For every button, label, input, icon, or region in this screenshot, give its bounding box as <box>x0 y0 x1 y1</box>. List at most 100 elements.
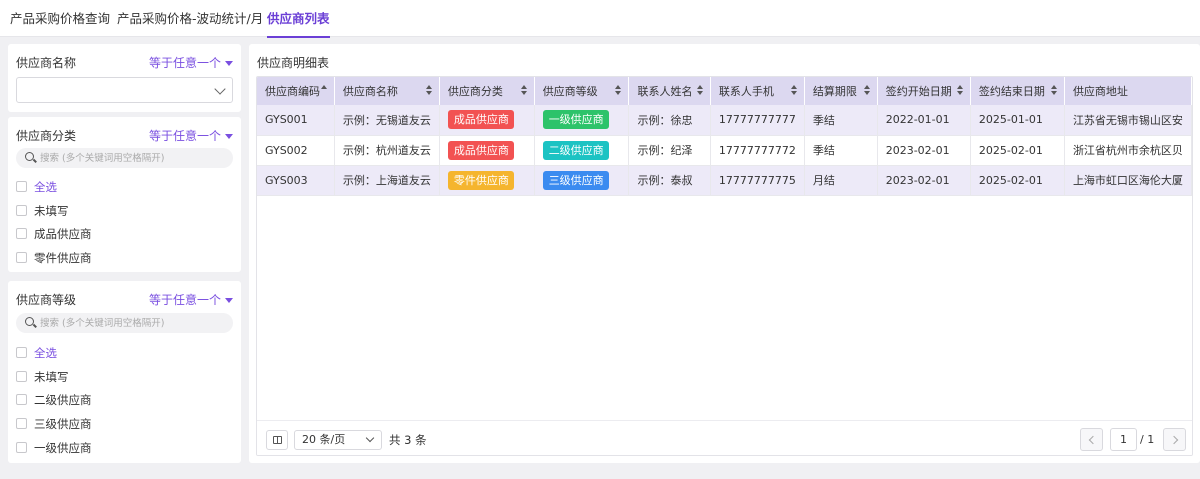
filter-operator-dropdown[interactable]: 等于任意一个 <box>149 127 233 144</box>
cell-category: 零件供应商 <box>439 165 535 196</box>
table-row[interactable]: GYS003 示例：上海道友云 零件供应商 三级供应商 示例：泰叔 177777… <box>257 165 1192 196</box>
cell-code: GYS001 <box>257 105 335 136</box>
cell-address: 江苏省无锡市锡山区安 <box>1064 105 1192 136</box>
filter-supplier-level: 供应商等级 等于任意一个 全选 未填写 二级供应商 三级供应商 一级供应商 <box>8 281 241 463</box>
checkbox[interactable] <box>16 442 27 453</box>
chevron-down-icon <box>214 83 226 95</box>
column-header[interactable]: 签约开始日期 <box>877 77 971 105</box>
cell-code: GYS003 <box>257 165 335 196</box>
tab-price-query[interactable]: 产品采购价格查询 <box>10 0 110 37</box>
search-icon <box>25 317 34 326</box>
column-settings-button[interactable] <box>266 430 288 450</box>
table-row[interactable]: GYS002 示例：杭州道友云 成品供应商 二级供应商 示例：纪泽 177777… <box>257 135 1192 166</box>
caret-down-icon <box>225 61 233 66</box>
sort-asc-icon[interactable] <box>320 85 328 97</box>
total-count: 共 3 条 <box>389 433 427 447</box>
option-parts-supplier[interactable]: 零件供应商 <box>16 249 92 267</box>
filter-title: 供应商名称 <box>16 56 77 70</box>
filter-operator-dropdown[interactable]: 等于任意一个 <box>149 54 233 71</box>
cell-code: GYS002 <box>257 135 335 166</box>
sort-icon[interactable] <box>1050 85 1058 97</box>
filter-operator-dropdown[interactable]: 等于任意一个 <box>149 291 233 308</box>
option-select-all[interactable]: 全选 <box>16 344 57 362</box>
option-level-2[interactable]: 二级供应商 <box>16 391 92 409</box>
option-unfilled[interactable]: 未填写 <box>16 202 69 220</box>
sort-icon[interactable] <box>615 85 622 97</box>
column-header[interactable]: 供应商名称 <box>334 77 440 105</box>
cell-contact: 示例：纪泽 <box>628 135 711 166</box>
chevron-right-icon <box>1169 435 1179 445</box>
column-header[interactable]: 签约结束日期 <box>970 77 1065 105</box>
pagination-bar: 20 条/页 共 3 条 1 / 1 <box>257 420 1192 455</box>
checkbox[interactable] <box>16 181 27 192</box>
cell-phone: 17777777775 <box>710 165 805 196</box>
option-unfilled[interactable]: 未填写 <box>16 368 69 386</box>
caret-down-icon <box>225 134 233 139</box>
checkbox[interactable] <box>16 394 27 405</box>
supplier-detail-panel: 供应商明细表 供应商编码 供应商名称 供应商分类 供应商等级 联系人姓名 联系人… <box>249 44 1200 463</box>
filter-supplier-category: 供应商分类 等于任意一个 全选 未填写 成品供应商 零件供应商 <box>8 117 241 272</box>
option-select-all[interactable]: 全选 <box>16 178 57 196</box>
level-search <box>16 313 233 333</box>
page-total: / 1 <box>1140 433 1155 446</box>
column-header[interactable]: 结算期限 <box>804 77 878 105</box>
page-number-input[interactable]: 1 <box>1110 428 1137 451</box>
cell-end-date: 2025-01-01 <box>970 105 1065 136</box>
category-tag: 成品供应商 <box>447 110 514 130</box>
sort-icon[interactable] <box>956 85 964 97</box>
checkbox[interactable] <box>16 205 27 216</box>
column-header[interactable]: 联系人姓名 <box>628 77 711 105</box>
cell-category: 成品供应商 <box>439 105 535 136</box>
page-size-select[interactable]: 20 条/页 <box>294 430 382 450</box>
category-search-input[interactable] <box>40 150 225 166</box>
chevron-left-icon <box>1088 435 1098 445</box>
checkbox[interactable] <box>16 347 27 358</box>
sort-icon[interactable] <box>696 85 704 97</box>
cell-level: 三级供应商 <box>534 165 630 196</box>
level-tag: 三级供应商 <box>542 170 609 190</box>
cell-phone: 17777777772 <box>710 135 805 166</box>
sort-icon[interactable] <box>863 85 871 97</box>
level-search-input[interactable] <box>40 315 225 331</box>
column-header[interactable]: 供应商等级 <box>534 77 630 105</box>
tab-supplier-list[interactable]: 供应商列表 <box>267 0 330 38</box>
tab-price-fluctuation[interactable]: 产品采购价格-波动统计/月 <box>117 0 263 37</box>
checkbox[interactable] <box>16 371 27 382</box>
cell-end-date: 2025-02-01 <box>970 165 1065 196</box>
next-page-button[interactable] <box>1163 428 1186 451</box>
level-tag: 一级供应商 <box>542 110 609 130</box>
sort-icon[interactable] <box>790 85 798 97</box>
cell-level: 二级供应商 <box>534 135 630 166</box>
column-header[interactable]: 联系人手机 <box>710 77 805 105</box>
cell-address: 上海市虹口区海伦大厦 <box>1064 165 1192 196</box>
prev-page-button[interactable] <box>1080 428 1103 451</box>
column-header[interactable]: 供应商地址 <box>1064 77 1192 105</box>
supplier-name-select[interactable] <box>16 77 233 103</box>
filter-supplier-name: 供应商名称 等于任意一个 <box>8 44 241 112</box>
checkbox[interactable] <box>16 252 27 263</box>
cell-start-date: 2023-02-01 <box>877 135 971 166</box>
option-level-3[interactable]: 三级供应商 <box>16 415 92 433</box>
column-header[interactable]: 供应商分类 <box>439 77 535 105</box>
cell-phone: 17777777777 <box>710 105 805 136</box>
filter-title: 供应商分类 <box>16 129 77 143</box>
tab-bar: 产品采购价格查询 产品采购价格-波动统计/月 供应商列表 <box>0 0 1200 38</box>
sort-icon[interactable] <box>425 85 433 97</box>
checkbox[interactable] <box>16 228 27 239</box>
column-header[interactable]: 供应商编码 <box>257 77 335 105</box>
category-search <box>16 148 233 168</box>
option-level-1[interactable]: 一级供应商 <box>16 439 92 457</box>
data-table: 供应商编码 供应商名称 供应商分类 供应商等级 联系人姓名 联系人手机 结算期限… <box>257 77 1192 196</box>
cell-end-date: 2025-02-01 <box>970 135 1065 166</box>
checkbox[interactable] <box>16 418 27 429</box>
table-row[interactable]: GYS001 示例：无锡道友云 成品供应商 一级供应商 示例：徐忠 177777… <box>257 105 1192 136</box>
sort-icon[interactable] <box>520 85 528 97</box>
cell-contact: 示例：泰叔 <box>628 165 711 196</box>
cell-address: 浙江省杭州市余杭区贝 <box>1064 135 1192 166</box>
cell-start-date: 2023-02-01 <box>877 165 971 196</box>
cell-term: 季结 <box>804 105 878 136</box>
category-tag: 成品供应商 <box>447 140 514 160</box>
supplier-table: 供应商编码 供应商名称 供应商分类 供应商等级 联系人姓名 联系人手机 结算期限… <box>256 76 1193 456</box>
option-finished-supplier[interactable]: 成品供应商 <box>16 225 92 243</box>
cell-name: 示例：上海道友云 <box>334 165 440 196</box>
